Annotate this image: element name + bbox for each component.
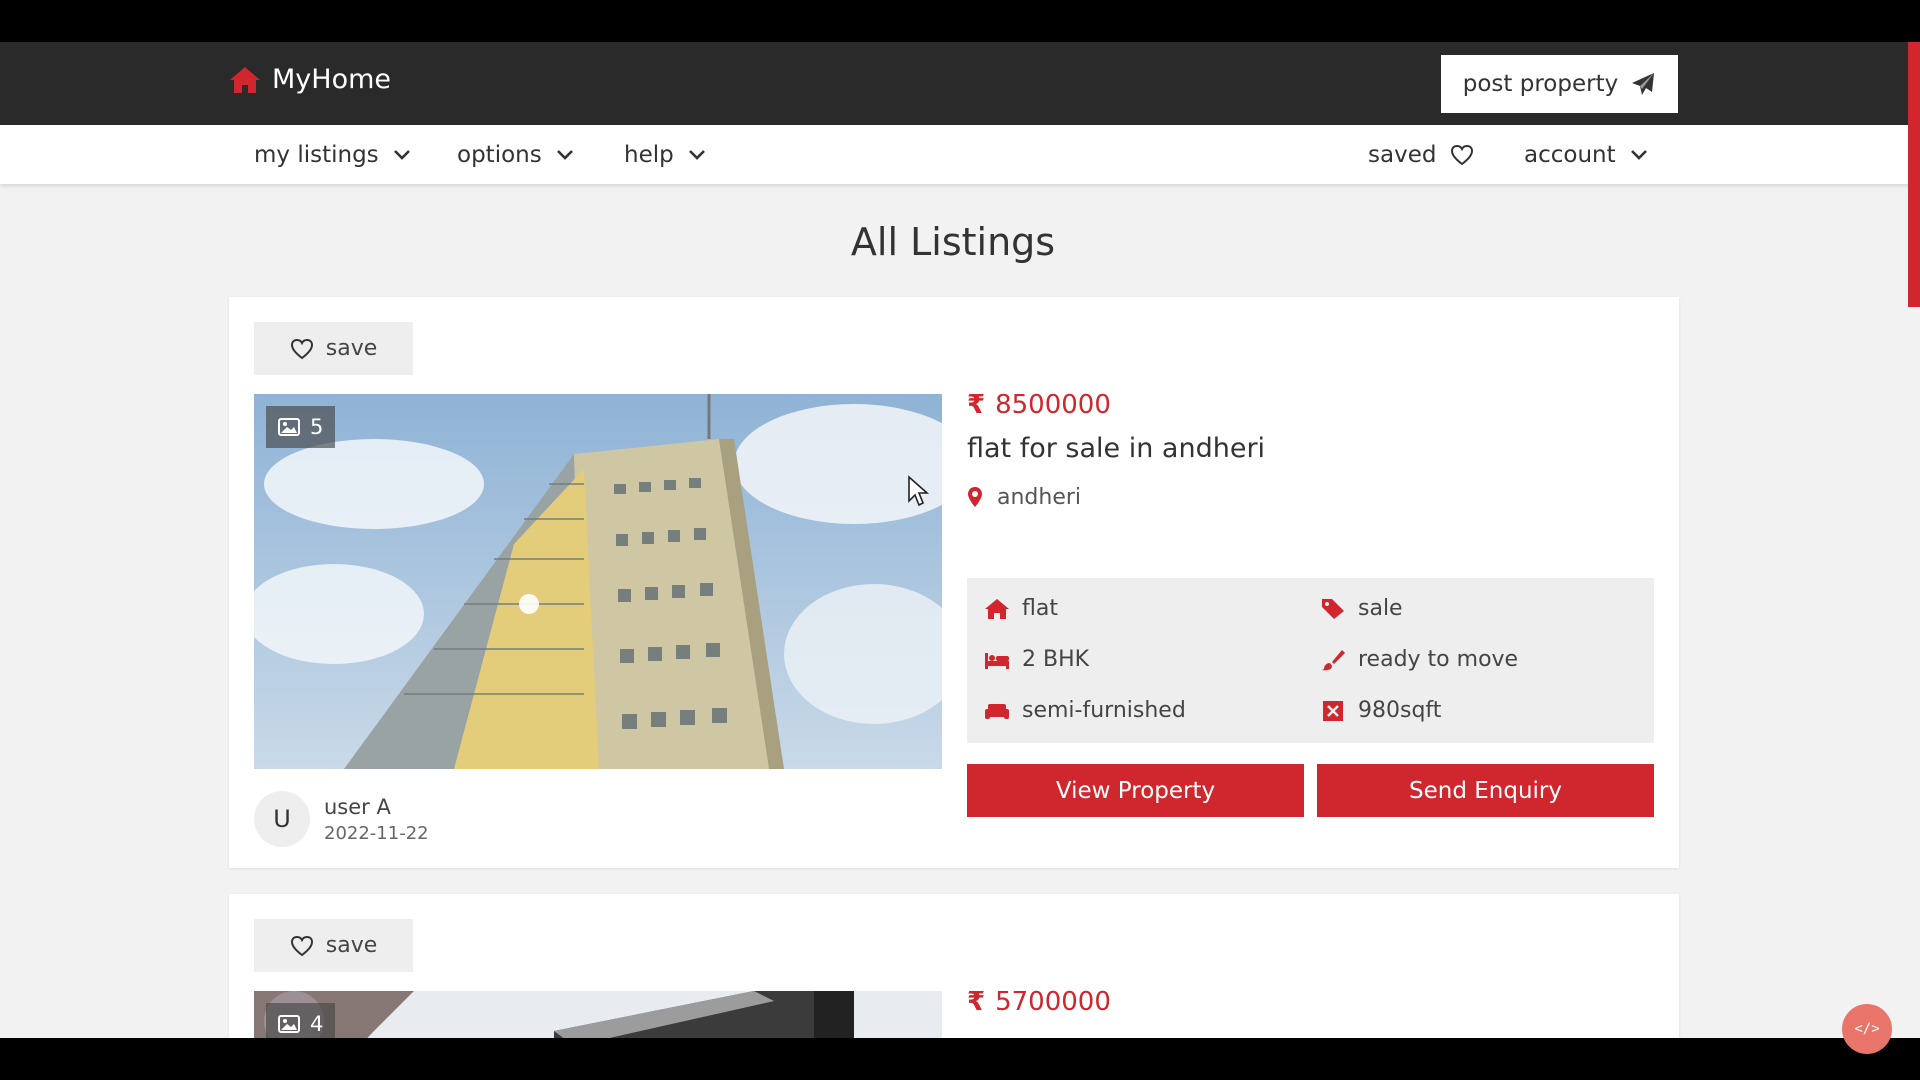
listing-owner: U user A 2022-11-22 xyxy=(254,791,429,847)
feature-area: 980sqft xyxy=(1320,698,1441,723)
owner-name: user A xyxy=(324,794,391,819)
tag-icon xyxy=(1322,598,1344,619)
nav-help-label: help xyxy=(624,141,674,168)
nav-my-listings-label: my listings xyxy=(254,141,379,168)
property-photo[interactable]: 4 xyxy=(254,991,942,1038)
page-title: All Listings xyxy=(850,220,1056,264)
letterbox-bottom xyxy=(0,1038,1920,1080)
avatar: U xyxy=(254,791,310,847)
chevron-down-icon xyxy=(1630,149,1647,160)
save-button[interactable]: save xyxy=(254,322,413,375)
rupee-icon: ₹ xyxy=(967,987,986,1017)
chevron-down-icon xyxy=(688,149,705,160)
bed-icon xyxy=(985,652,1009,669)
save-label: save xyxy=(325,336,378,361)
nav-my-listings[interactable]: my listings xyxy=(254,125,411,184)
view-property-button[interactable]: View Property xyxy=(967,764,1304,817)
post-property-label: post property xyxy=(1462,71,1619,97)
dev-tools-icon[interactable]: </> xyxy=(1842,1004,1892,1054)
scrollbar-thumb[interactable] xyxy=(1908,42,1920,307)
feature-type: flat xyxy=(984,596,1058,621)
photo-count: 4 xyxy=(310,1012,324,1036)
mouse-cursor-icon xyxy=(908,475,930,507)
map-pin-icon xyxy=(968,487,982,507)
nav-account-label: account xyxy=(1524,141,1616,168)
send-enquiry-button[interactable]: Send Enquiry xyxy=(1317,764,1654,817)
nav-help[interactable]: help xyxy=(624,125,706,184)
heart-icon xyxy=(290,338,313,359)
nav-options[interactable]: options xyxy=(457,125,574,184)
property-photo[interactable]: 5 xyxy=(254,394,942,769)
heart-icon xyxy=(290,935,313,956)
feature-type-text: flat xyxy=(1022,596,1058,621)
home-icon xyxy=(985,598,1009,619)
sub-navigation: my listings options help saved account xyxy=(0,125,1920,184)
chevron-down-icon xyxy=(393,149,410,160)
building-photo xyxy=(254,991,942,1038)
feature-deal-text: sale xyxy=(1358,596,1403,621)
save-button[interactable]: save xyxy=(254,919,413,972)
save-label: save xyxy=(325,933,378,958)
top-header: MyHome post property xyxy=(0,42,1920,125)
letterbox-top xyxy=(0,0,1920,42)
price-value: 8500000 xyxy=(995,390,1111,420)
feature-deal: sale xyxy=(1320,596,1403,621)
price: ₹ 5700000 xyxy=(967,982,1654,1022)
location: andheri xyxy=(967,481,1654,513)
heart-icon xyxy=(1451,144,1474,165)
rupee-icon: ₹ xyxy=(967,390,986,420)
nav-options-label: options xyxy=(457,141,542,168)
photo-count-badge: 4 xyxy=(266,1003,336,1038)
image-icon xyxy=(278,1015,300,1033)
nav-account[interactable]: account xyxy=(1524,125,1648,184)
screen: MyHome post property my listings options xyxy=(0,0,1920,1080)
paper-plane-icon xyxy=(1632,73,1655,95)
web-page: MyHome post property my listings options xyxy=(0,42,1920,1038)
feature-furnishing-text: semi-furnished xyxy=(1022,698,1186,723)
feature-status-text: ready to move xyxy=(1358,647,1519,672)
feature-status: ready to move xyxy=(1320,647,1518,672)
feature-bhk: 2 BHK xyxy=(984,647,1089,672)
logo-text: MyHome xyxy=(272,64,392,95)
price-value: 5700000 xyxy=(995,987,1111,1017)
nav-saved-label: saved xyxy=(1368,141,1437,168)
listing-title[interactable]: flat for sale in andheri xyxy=(967,433,1654,471)
image-icon xyxy=(278,418,300,436)
listing-card: save 4 ₹ 5700000 xyxy=(229,894,1679,1038)
post-property-button[interactable]: post property xyxy=(1441,55,1678,113)
price: ₹ 8500000 xyxy=(967,385,1654,425)
couch-icon xyxy=(985,703,1009,719)
listing-info: ₹ 8500000 flat for sale in andheri andhe… xyxy=(967,385,1654,817)
feature-bhk-text: 2 BHK xyxy=(1022,647,1090,672)
feature-furnishing: semi-furnished xyxy=(984,698,1186,723)
home-icon xyxy=(230,66,260,93)
listing-card: save 5 U user A 2022-11-22 ₹ 8500000 fla… xyxy=(229,297,1679,868)
listing-info: ₹ 5700000 xyxy=(967,982,1654,1022)
building-photo xyxy=(254,394,942,769)
location-text: andheri xyxy=(997,484,1082,510)
photo-count-badge: 5 xyxy=(266,406,336,448)
features-box: flat sale 2 BHK ready to move semi-furni… xyxy=(967,578,1654,743)
expand-icon xyxy=(1323,700,1343,721)
logo[interactable]: MyHome xyxy=(228,64,391,95)
feature-area-text: 980sqft xyxy=(1358,698,1442,723)
chevron-down-icon xyxy=(556,149,573,160)
listing-date: 2022-11-22 xyxy=(324,822,429,844)
nav-saved[interactable]: saved xyxy=(1368,125,1474,184)
brush-icon xyxy=(1322,649,1345,670)
photo-count: 5 xyxy=(310,415,324,439)
